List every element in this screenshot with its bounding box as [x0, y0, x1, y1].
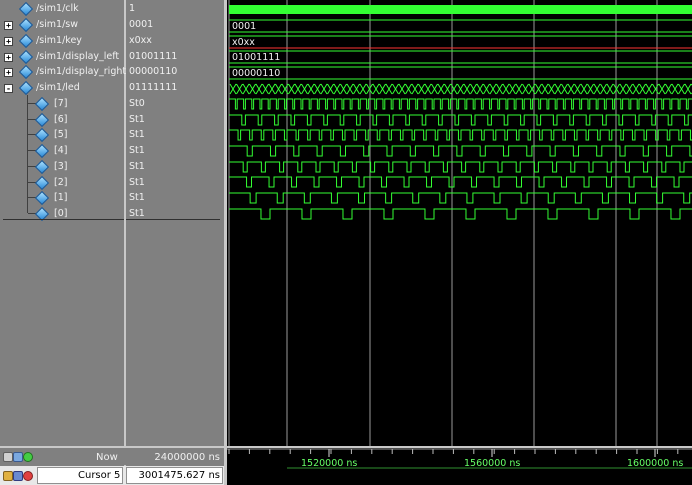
signal-value: St1: [129, 161, 145, 172]
signal-row-led-2[interactable]: [2]: [0, 175, 124, 191]
signal-value: 00000110: [129, 66, 178, 77]
signal-value: 1: [129, 3, 136, 14]
signal-value: St1: [129, 114, 145, 125]
signal-name: [3]: [54, 161, 68, 172]
signal-row-key[interactable]: + /sim1/key: [0, 33, 124, 49]
now-label: Now: [96, 452, 118, 463]
signal-row-led-5[interactable]: [5]: [0, 127, 124, 143]
signal-icon: [18, 64, 34, 80]
signal-name: /sim1/display_left: [36, 51, 120, 62]
signal-icon: [34, 190, 50, 206]
signal-icon: [18, 49, 34, 65]
signal-icon: [34, 112, 50, 128]
signal-value: 01111111: [129, 82, 178, 93]
expand-icon[interactable]: +: [4, 68, 13, 77]
signal-name: /sim1/clk: [36, 3, 79, 14]
led-bit-wave-4: [229, 145, 692, 157]
zoom-icon[interactable]: [3, 452, 13, 462]
bus-wave-value: 01001111: [232, 52, 280, 63]
names-divider: [3, 219, 124, 220]
waveform-canvas: 0001 x0xx 01001111 00000110: [228, 0, 692, 446]
signal-row-led[interactable]: - /sim1/led: [0, 80, 124, 96]
led-bit-wave-6: [229, 114, 692, 126]
timeline-label-1520000: 1520000 ns: [301, 458, 358, 469]
signal-name: /sim1/led: [36, 82, 80, 93]
signal-value: 0001: [129, 19, 154, 30]
edit-icon[interactable]: [13, 471, 23, 481]
signal-row-led-7[interactable]: [7]: [0, 96, 124, 112]
signal-icon: [18, 1, 34, 17]
signal-icon: [34, 96, 50, 112]
signal-name: [1]: [54, 192, 68, 203]
signal-row-led-1[interactable]: [1]: [0, 190, 124, 206]
lock-icon[interactable]: [3, 471, 13, 481]
led-bit-wave-5: [229, 129, 692, 141]
led-bit-wave-7: [229, 98, 692, 110]
cursor-label: Cursor 5: [78, 470, 121, 481]
signal-name: [5]: [54, 129, 68, 140]
signal-icon: [34, 175, 50, 191]
bus-wave-value: x0xx: [232, 37, 255, 48]
timeline-label-1560000: 1560000 ns: [464, 458, 521, 469]
delete-icon[interactable]: [23, 471, 33, 481]
signal-name: [7]: [54, 98, 68, 109]
signal-value: St1: [129, 208, 145, 219]
signal-row-sw[interactable]: + /sim1/sw: [0, 17, 124, 33]
timeline-label-1600000: 1600000 ns: [627, 458, 684, 469]
signal-value: 01001111: [129, 51, 178, 62]
signal-name: [2]: [54, 177, 68, 188]
cursor-value: 3001475.627 ns: [138, 470, 220, 481]
led-bit-wave-2: [229, 176, 692, 188]
signal-value: St1: [129, 192, 145, 203]
signal-name: /sim1/sw: [36, 19, 79, 30]
expand-icon[interactable]: +: [4, 37, 13, 46]
bus-wave-value: 00000110: [232, 68, 280, 79]
signal-row-display-right[interactable]: + /sim1/display_right: [0, 64, 127, 80]
signal-name: /sim1/display_right: [36, 66, 127, 77]
led-bit-wave-1: [229, 192, 692, 204]
signal-row-clk[interactable]: /sim1/clk: [0, 1, 124, 17]
signal-value: x0xx: [129, 35, 152, 46]
signal-name: [6]: [54, 114, 68, 125]
signal-icon: [18, 17, 34, 33]
signal-value: St1: [129, 129, 145, 140]
signal-name: [4]: [54, 145, 68, 156]
clk-wave: [229, 5, 692, 14]
signal-row-led-6[interactable]: [6]: [0, 112, 124, 128]
led-bit-wave-0: [229, 208, 692, 220]
led-bus-wave: [229, 83, 692, 95]
signal-value: St0: [129, 98, 145, 109]
signal-row-display-left[interactable]: + /sim1/display_left: [0, 49, 124, 65]
expand-icon[interactable]: +: [4, 53, 13, 62]
signal-value: St1: [129, 177, 145, 188]
signal-icon: [18, 33, 34, 49]
expand-icon[interactable]: +: [4, 21, 13, 30]
add-icon[interactable]: [23, 452, 33, 462]
signal-icon: [34, 159, 50, 175]
signal-name: /sim1/key: [36, 35, 82, 46]
signal-name: [0]: [54, 208, 68, 219]
signal-row-led-4[interactable]: [4]: [0, 143, 124, 159]
signal-icon: [34, 143, 50, 159]
wave-pane[interactable]: 0001 x0xx 01001111 00000110: [227, 0, 692, 446]
signal-icon: [34, 127, 50, 143]
signal-value: St1: [129, 145, 145, 156]
signal-icon: [18, 80, 34, 96]
bus-wave-value: 0001: [232, 21, 256, 32]
now-value: 24000000 ns: [154, 452, 220, 463]
led-bit-wave-3: [229, 161, 692, 173]
timeline-ticks: [227, 448, 692, 469]
timeline-ruler[interactable]: 1520000 ns 1560000 ns 1600000 ns: [227, 448, 692, 485]
wave-window-icon[interactable]: [13, 452, 23, 462]
signal-row-led-3[interactable]: [3]: [0, 159, 124, 175]
collapse-icon[interactable]: -: [4, 84, 13, 93]
